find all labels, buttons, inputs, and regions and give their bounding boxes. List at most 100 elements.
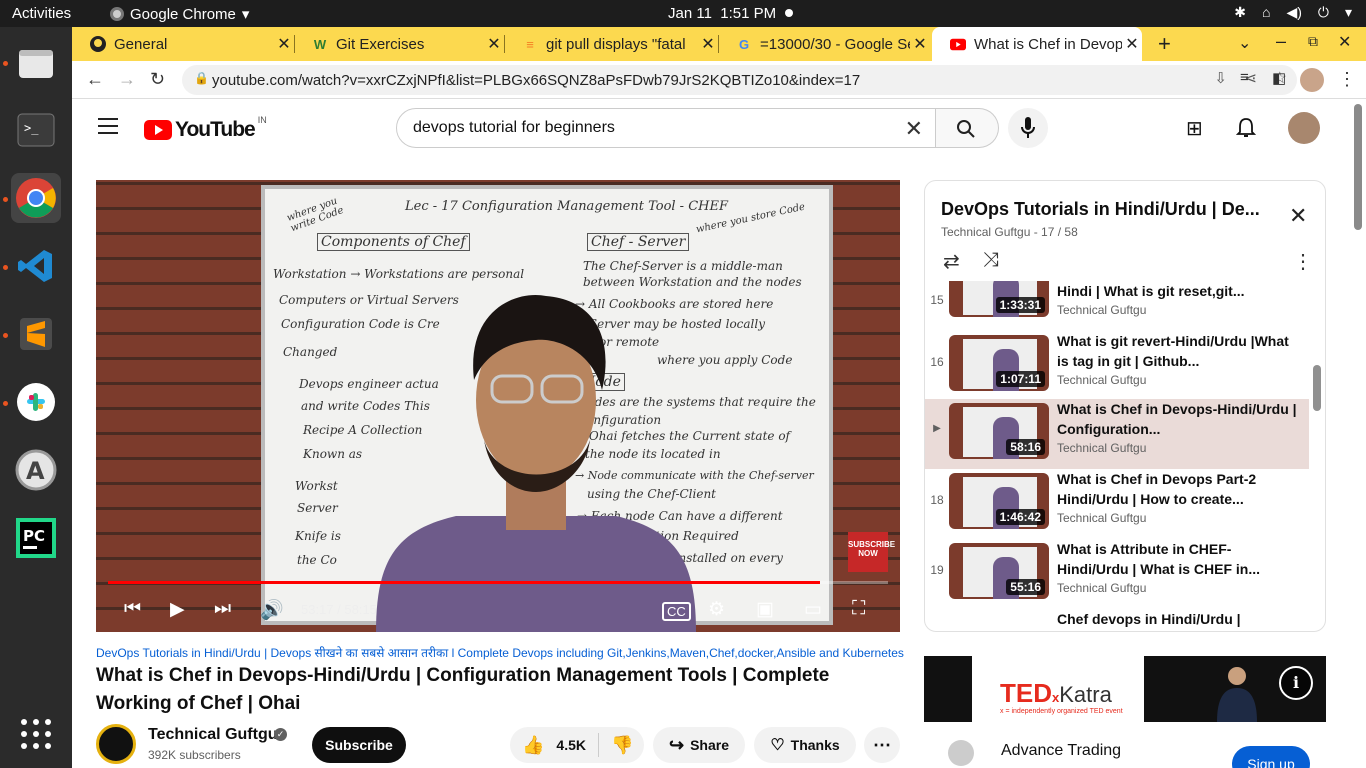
minimize-button[interactable]: –: [1276, 31, 1286, 52]
show-apps-icon[interactable]: [11, 709, 61, 759]
vscode-icon[interactable]: [11, 241, 61, 291]
address-bar[interactable]: 🔒 youtube.com/watch?v=xxrCZxjNPfI&list=P…: [182, 65, 1297, 95]
play-icon[interactable]: ▶: [170, 598, 185, 621]
item-title: What is git revert-Hindi/Urdu |What is t…: [1057, 333, 1289, 369]
maximize-button[interactable]: ⧉: [1308, 33, 1318, 50]
channel-avatar[interactable]: [96, 724, 136, 764]
divider: [598, 733, 599, 757]
captions-icon[interactable]: CC: [662, 602, 691, 621]
close-icon[interactable]: ✕: [910, 34, 930, 54]
new-tab-button[interactable]: +: [1158, 31, 1171, 57]
clear-search-icon[interactable]: ✕: [905, 116, 923, 142]
thanks-button[interactable]: ♡ Thanks: [754, 727, 856, 763]
browser-menu-icon[interactable]: ⋮: [1338, 69, 1356, 90]
chevron-down-icon[interactable]: ▾: [1345, 4, 1352, 21]
ad-signup-button[interactable]: Sign up: [1232, 746, 1310, 768]
terminal-icon[interactable]: >_: [11, 105, 61, 155]
next-icon[interactable]: ⏭: [214, 598, 231, 620]
theater-mode-icon[interactable]: ▭: [804, 598, 822, 621]
sublime-icon[interactable]: [11, 309, 61, 359]
shuffle-icon[interactable]: ⤨: [983, 249, 999, 272]
tab-title: Git Exercises: [336, 35, 425, 53]
playlist-scrollbar[interactable]: [1313, 365, 1321, 411]
tab-stackoverflow[interactable]: ≡ git pull displays "fatal ✕: [504, 27, 718, 61]
side-panel-icon[interactable]: ◧: [1272, 69, 1286, 87]
forward-icon[interactable]: →: [118, 69, 136, 90]
hamburger-menu-icon[interactable]: [98, 118, 118, 139]
power-icon[interactable]: ⏻: [1318, 4, 1329, 21]
color-picker-icon[interactable]: ✱: [1234, 4, 1246, 21]
playlist-item[interactable]: 16 1:07:11 What is git revert-Hindi/Urdu…: [925, 331, 1309, 401]
system-tray[interactable]: ✱ ⌂ ◀) ⏻ ▾: [1234, 4, 1352, 21]
volume-icon[interactable]: ◀): [1286, 4, 1301, 21]
tab-title: What is Chef in Devop: [974, 35, 1122, 53]
voice-search-button[interactable]: [1008, 108, 1048, 148]
tab-general[interactable]: General ✕: [72, 27, 294, 61]
network-icon[interactable]: ⌂: [1262, 4, 1270, 21]
playlist-item[interactable]: Chef devops in Hindi/Urdu |: [925, 609, 1309, 631]
tab-git-exercises[interactable]: W Git Exercises ✕: [294, 27, 504, 61]
fullscreen-icon[interactable]: ⛶: [852, 598, 865, 620]
playlist-item[interactable]: 19 55:16 What is Attribute in CHEF-Hindi…: [925, 539, 1309, 609]
tab-search-icon[interactable]: ⌄: [1238, 33, 1251, 53]
more-actions-button[interactable]: ⋯: [864, 727, 900, 763]
search-input[interactable]: devops tutorial for beginners ✕: [396, 108, 936, 148]
slack-icon[interactable]: [11, 377, 61, 427]
window-close-button[interactable]: ✕: [1338, 32, 1351, 52]
tab-youtube-active[interactable]: What is Chef in Devop ✕: [932, 27, 1142, 61]
loop-icon[interactable]: ⇄: [943, 249, 960, 274]
item-title: Chef devops in Hindi/Urdu |: [1057, 611, 1241, 627]
notifications-bell-icon[interactable]: [1236, 117, 1256, 139]
thumbs-up-icon[interactable]: 👍: [522, 735, 544, 756]
create-video-icon[interactable]: ⊞: [1186, 116, 1203, 141]
playlist-title[interactable]: DevOps Tutorials in Hindi/Urdu | De...: [941, 199, 1271, 220]
app-menu[interactable]: Google Chrome ▾: [110, 5, 249, 23]
close-icon[interactable]: ✕: [1289, 203, 1307, 229]
media-control-icon[interactable]: ≡: [1240, 69, 1249, 86]
like-count[interactable]: 4.5K: [556, 737, 586, 753]
activities-button[interactable]: Activities: [12, 5, 71, 22]
share-button[interactable]: ↪ Share: [653, 727, 745, 763]
progress-bar[interactable]: [108, 581, 888, 584]
reload-icon[interactable]: ↻: [150, 69, 165, 90]
playlist-item[interactable]: 15 1:33:31 Hindi | What is git reset,git…: [925, 281, 1309, 331]
account-avatar[interactable]: [1288, 112, 1320, 144]
playlist-item-current[interactable]: ▶ 58:16 What is Chef in Devops-Hindi/Urd…: [925, 399, 1309, 469]
close-icon[interactable]: ✕: [698, 34, 718, 54]
video-player[interactable]: Lec - 17 Configuration Management Tool -…: [96, 180, 900, 632]
software-center-icon[interactable]: A: [11, 445, 61, 495]
search-button[interactable]: [936, 108, 999, 148]
profile-avatar[interactable]: [1300, 68, 1324, 92]
playlist-item[interactable]: 18 1:46:42 What is Chef in Devops Part-2…: [925, 469, 1309, 539]
pycharm-icon[interactable]: PC: [11, 513, 61, 563]
close-icon[interactable]: ✕: [274, 34, 294, 54]
page-scrollbar[interactable]: [1354, 104, 1362, 230]
thumbnail: 1:07:11: [949, 335, 1049, 391]
close-icon[interactable]: ✕: [484, 34, 504, 54]
channel-name[interactable]: Technical Guftgu: [148, 726, 277, 744]
speaker-figure: [1217, 667, 1257, 722]
system-top-bar: Activities Google Chrome ▾ Jan 11 1:51 P…: [0, 0, 1366, 27]
youtube-logo[interactable]: YouTube IN: [144, 115, 267, 142]
previous-icon[interactable]: ⏮: [124, 598, 141, 620]
item-channel: Technical Guftgu: [1057, 373, 1147, 387]
playlist-link[interactable]: DevOps Tutorials in Hindi/Urdu | Devops …: [96, 644, 904, 661]
chrome-icon[interactable]: [11, 173, 61, 223]
volume-icon[interactable]: 🔊: [260, 598, 284, 622]
info-icon[interactable]: i: [1279, 666, 1313, 700]
tab-google[interactable]: G =13000/30 - Google Se ✕: [718, 27, 930, 61]
more-vert-icon[interactable]: ⋮: [1293, 249, 1313, 274]
settings-gear-icon[interactable]: ⚙: [708, 598, 725, 621]
ad-card[interactable]: TEDxKatra x = independently organized TE…: [924, 656, 1326, 768]
back-icon[interactable]: ←: [86, 69, 104, 90]
close-icon[interactable]: ✕: [1122, 34, 1142, 54]
clock[interactable]: Jan 11 1:51 PM: [668, 5, 776, 22]
subscribe-now-badge[interactable]: SUBSCRIBE NOW: [848, 532, 895, 572]
install-icon[interactable]: ⇩: [1214, 69, 1227, 87]
subscribe-button[interactable]: Subscribe: [312, 727, 406, 763]
item-title: What is Chef in Devops Part-2 Hindi/Urdu…: [1057, 471, 1257, 507]
thumbs-down-icon[interactable]: 👎: [611, 735, 633, 756]
miniplayer-icon[interactable]: ▣: [756, 598, 774, 621]
files-icon[interactable]: [11, 39, 61, 89]
thanks-label: Thanks: [790, 737, 840, 753]
